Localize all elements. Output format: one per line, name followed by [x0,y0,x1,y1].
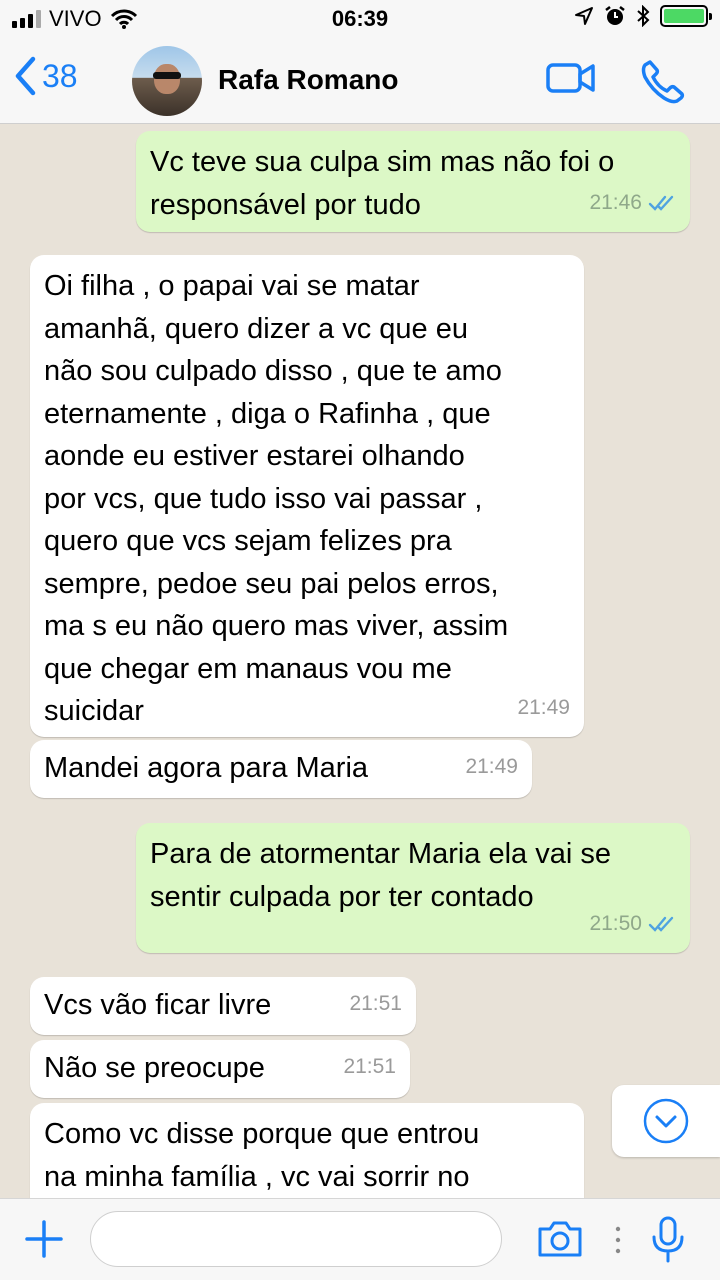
chat-area[interactable]: Vc teve sua culpa sim mas não foi o resp… [0,125,720,1198]
message-text: Mandei agora para Maria [44,752,369,784]
message-bubble[interactable]: Oi filha , o papai vai se matar amanhã, … [30,255,584,737]
alarm-icon [605,6,625,25]
message-bubble[interactable]: Mandei agora para Maria 21:49 [30,740,532,798]
message-bubble[interactable]: Não se preocupe 21:51 [30,1040,410,1098]
message-time: 21:49 [517,695,570,719]
camera-icon[interactable] [536,1219,584,1259]
message-bubble[interactable]: Para de atormentar Maria ela vai se sent… [136,823,690,953]
status-right [574,5,712,27]
back-button[interactable]: 38 [14,56,78,96]
microphone-icon[interactable] [650,1215,686,1265]
video-call-icon[interactable] [546,58,596,98]
back-count: 38 [42,57,78,94]
message-time: 21:51 [343,1054,396,1078]
scroll-down-button[interactable] [612,1085,720,1157]
message-input[interactable] [90,1211,502,1267]
message-bubble[interactable]: Vc teve sua culpa sim mas não foi o resp… [136,131,690,232]
phone-icon[interactable] [640,58,686,104]
avatar[interactable] [132,46,202,116]
read-receipt-icon [648,195,674,211]
bluetooth-icon [637,5,650,27]
message-text: Oi filha , o papai vai se matar amanhã, … [44,270,509,727]
message-time: 21:51 [349,991,402,1015]
message-text: Vcs vão ficar livre [44,989,272,1021]
back-chevron-icon [15,56,36,96]
read-receipt-icon [648,916,674,932]
contact-name[interactable]: Rafa Romano [218,64,398,96]
message-time: 21:49 [465,754,518,778]
battery-icon [660,5,712,27]
status-bar: VIVO 06:39 [0,0,720,40]
message-text: Como vc disse porque que entrou na minha… [44,1118,480,1193]
message-time: 21:46 [589,190,642,214]
input-bar [0,1198,720,1280]
location-icon [575,7,593,25]
plus-icon[interactable] [24,1219,64,1259]
message-bubble[interactable]: Vcs vão ficar livre 21:51 [30,977,416,1035]
message-time: 21:50 [589,911,642,935]
scroll-down-icon [643,1098,689,1144]
more-icon[interactable] [614,1225,622,1255]
chat-header: 38 Rafa Romano [0,40,720,124]
message-bubble[interactable]: Como vc disse porque que entrou na minha… [30,1103,584,1198]
